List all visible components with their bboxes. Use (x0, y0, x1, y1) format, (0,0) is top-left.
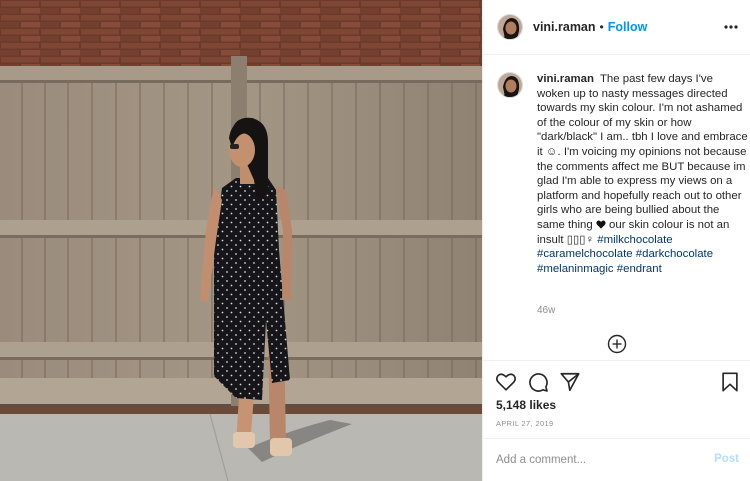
hashtag[interactable]: #melaninmagic (537, 263, 614, 275)
post-header: vini.raman • Follow (483, 0, 750, 55)
more-options-button[interactable] (723, 19, 739, 35)
comment-button[interactable] (527, 371, 549, 393)
header-separator: • (599, 20, 604, 34)
photo-scene (0, 0, 482, 481)
avatar-image (498, 73, 522, 97)
likes-count[interactable]: 5,148 likes (496, 398, 556, 412)
bookmark-icon (722, 372, 738, 392)
save-button[interactable] (719, 371, 741, 393)
share-icon (560, 372, 580, 392)
hashtag[interactable]: #darkchocolate (636, 248, 713, 260)
comment-bar: Post (483, 438, 750, 481)
hashtag[interactable]: #caramelchocolate (537, 248, 633, 260)
share-button[interactable] (559, 371, 581, 393)
post-date[interactable]: APRIL 27, 2019 (496, 419, 554, 428)
ellipsis-icon (724, 25, 738, 29)
avatar-image (498, 15, 522, 39)
follow-button[interactable]: Follow (608, 20, 648, 34)
caption-avatar[interactable] (497, 72, 523, 98)
post-side-panel: vini.raman • Follow vini.raman The past … (482, 0, 750, 481)
like-button[interactable] (495, 371, 517, 393)
caption-body: The past few days I've woken up to nasty… (537, 73, 748, 231)
load-more-comments-button[interactable] (607, 334, 627, 354)
hashtag[interactable]: #endrant (617, 263, 662, 275)
hashtag[interactable]: #milkchocolate (597, 234, 672, 246)
caption-username[interactable]: vini.raman (537, 73, 594, 85)
comment-icon (529, 373, 548, 392)
caption-age[interactable]: 46w (537, 305, 555, 316)
post-comment-button[interactable]: Post (714, 453, 739, 465)
caption-text: vini.raman The past few days I've woken … (537, 72, 749, 276)
heart-icon (495, 373, 517, 391)
header-username[interactable]: vini.raman (533, 20, 596, 34)
comment-input[interactable] (496, 451, 696, 469)
avatar[interactable] (497, 14, 523, 40)
black-heart-icon (596, 220, 606, 229)
post-photo[interactable] (0, 0, 482, 481)
plus-circle-icon (607, 334, 627, 354)
